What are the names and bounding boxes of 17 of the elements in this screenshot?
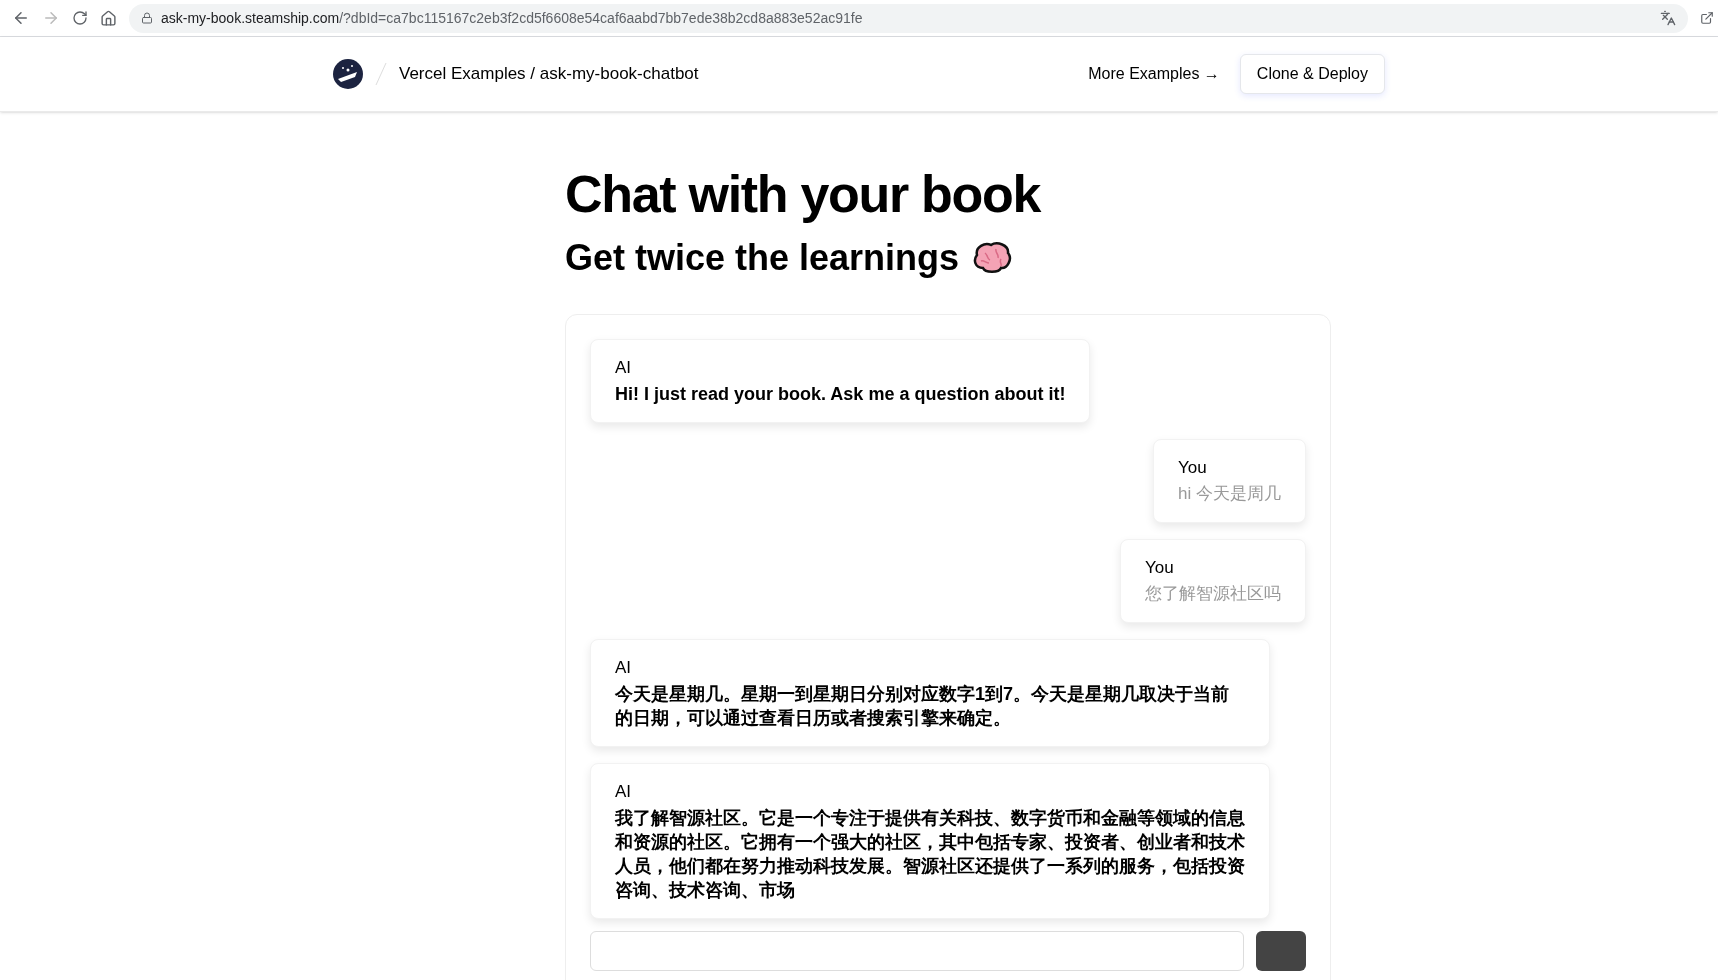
sender-label: AI [615,781,633,803]
more-examples-link[interactable]: More Examples → [1088,62,1220,86]
sender-label: You [1178,457,1208,479]
message-text: 我了解智源社区。它是一个专注于提供有关科技、数字货币和金融等领域的信息和资源的社区。它拥有一个强大的社区，其中包括专家、投资者、创业者和技术人员，他们都在努力推动科技发展。智源社区还提供了一系列的服务，包括投资咨询、技术咨询、市场 [615,807,1245,902]
sender-label: AI [615,357,633,379]
page-subtitle: Get twice the learnings [565,236,960,280]
message-text: Hi! I just read your book. Ask me a question about it! [615,383,1066,406]
breadcrumb: Vercel Examples / ask-my-book-chatbot [399,63,699,86]
url-text: ask-my-book.steamship.com/?dbId=ca7bc115167c2eb3f2cd5f6608e54caf6aabd7bb7ede38b2cd8a883e52ac91fe [161,8,863,28]
page-title: Chat with your book [565,164,1042,225]
sender-label: AI [615,657,633,679]
address-bar[interactable]: ask-my-book.steamship.com/?dbId=ca7bc115167c2eb3f2cd5f6608e54caf6aabd7bb7ede38b2cd8a883e52ac91fe [129,3,1688,33]
sender-label: You [1145,557,1175,579]
message-text: 今天是星期几。星期一到星期日分别对应数字1到7。今天是星期几取决于当前的日期，可以通过查看日历或者搜索引擎来确定。 [615,683,1231,730]
clone-deploy-button[interactable]: Clone & Deploy [1239,54,1385,94]
message-text: 您了解智源社区吗 [1145,583,1281,605]
message-text: hi 今天是周几 [1178,483,1281,505]
